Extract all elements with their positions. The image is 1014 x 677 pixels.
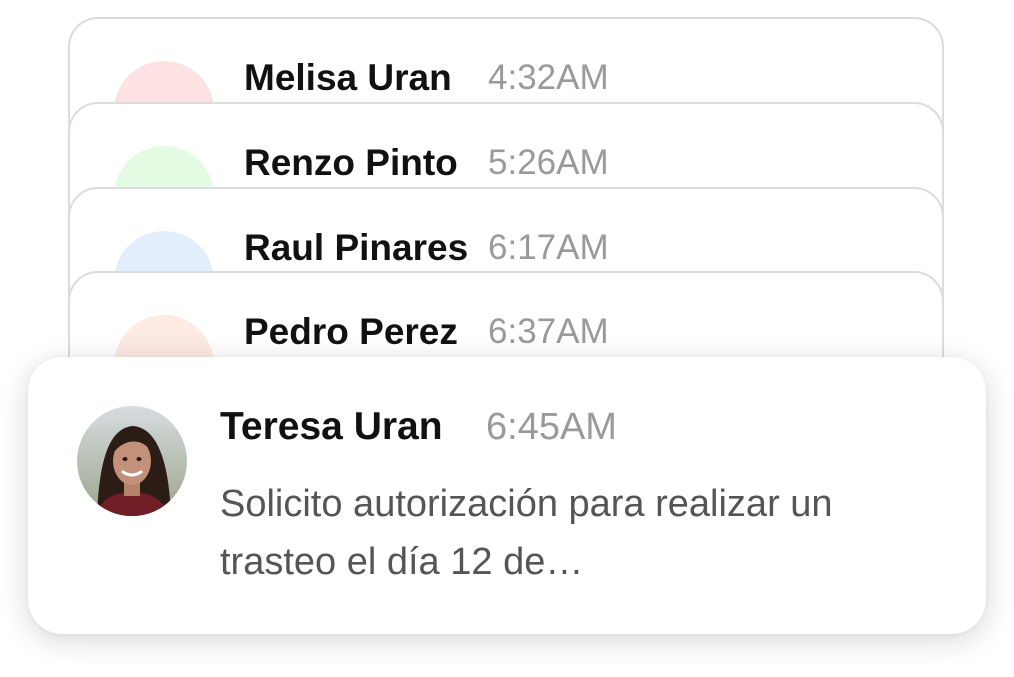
timestamp: 6:37AM bbox=[488, 312, 609, 351]
sender-name: Melisa Uran bbox=[244, 57, 452, 98]
avatar bbox=[77, 406, 187, 516]
sender-name: Pedro Perez bbox=[244, 311, 458, 352]
timestamp: 6:17AM bbox=[488, 228, 609, 267]
sender-name: Teresa Uran bbox=[220, 405, 443, 448]
timestamp: 4:32AM bbox=[488, 58, 609, 97]
sender-name: Raul Pinares bbox=[244, 227, 469, 268]
timestamp: 5:26AM bbox=[488, 143, 609, 182]
sender-name: Renzo Pinto bbox=[244, 142, 458, 183]
user-photo-icon bbox=[77, 406, 187, 516]
featured-notification-card[interactable]: Teresa Uran 6:45AM Solicito autorización… bbox=[28, 357, 986, 634]
timestamp: 6:45AM bbox=[486, 406, 617, 448]
message-preview: Solicito autorización para realizar un t… bbox=[220, 483, 833, 583]
